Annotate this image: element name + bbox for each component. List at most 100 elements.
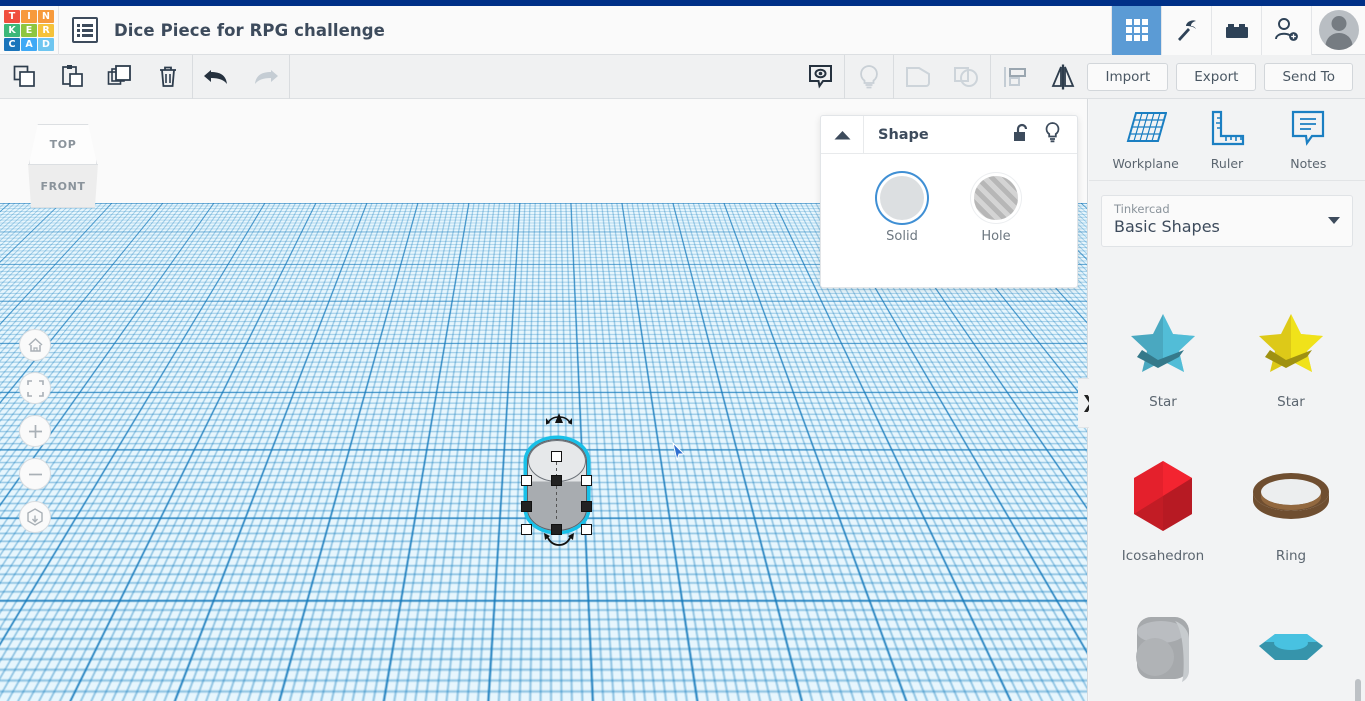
- export-button[interactable]: Export: [1176, 62, 1257, 91]
- sidebar-item-workplane[interactable]: Workplane: [1109, 109, 1183, 171]
- solid-label: Solid: [886, 229, 918, 244]
- unlock-icon[interactable]: [1013, 123, 1030, 147]
- shapes-sidebar: Workplane Ruler Notes Tinkercad Basic Sh…: [1089, 99, 1365, 701]
- hole-swatch[interactable]: [974, 176, 1018, 220]
- toolbar-right-buttons: Import Export Send To: [1087, 62, 1365, 91]
- copy-icon[interactable]: [0, 55, 48, 99]
- edge-handle-top[interactable]: [551, 475, 562, 486]
- chevron-down-icon[interactable]: [1328, 217, 1340, 224]
- rotate-handle-top[interactable]: [545, 413, 573, 433]
- group-icon[interactable]: [894, 55, 942, 99]
- shape-diamond[interactable]: Diamond: [1227, 582, 1355, 701]
- main-toolbar: Import Export Send To: [0, 54, 1365, 99]
- shape-panel-header: Shape: [821, 115, 1077, 154]
- shape-dice-thumbnail: [1115, 604, 1211, 696]
- minecraft-pickaxe-icon[interactable]: [1161, 5, 1211, 55]
- delete-icon[interactable]: [144, 55, 192, 99]
- edge-handle-right[interactable]: [581, 501, 592, 512]
- light-icon[interactable]: [845, 55, 893, 99]
- shape-icosahedron[interactable]: Icosahedron: [1099, 428, 1227, 582]
- shape-library-label: Tinkercad: [1114, 202, 1170, 216]
- shape-star-teal-thumbnail: [1115, 296, 1211, 388]
- notes-icon: [1289, 109, 1327, 151]
- shape-diamond-thumbnail: [1243, 604, 1339, 696]
- shape-library-value: Basic Shapes: [1114, 217, 1220, 236]
- shape-star-teal[interactable]: Star: [1099, 274, 1227, 428]
- invite-person-icon[interactable]: [1261, 5, 1311, 55]
- duplicate-icon[interactable]: [96, 55, 144, 99]
- undo-icon[interactable]: [193, 55, 241, 99]
- logo-letter-n: N: [38, 9, 54, 23]
- sidebar-item-ruler-label: Ruler: [1210, 155, 1244, 171]
- header-actions: [1111, 5, 1365, 55]
- align-icon[interactable]: [991, 55, 1039, 99]
- view-cube-top-label: TOP: [49, 138, 77, 151]
- corner-handle-br[interactable]: [581, 524, 592, 535]
- corner-handle-tr[interactable]: [581, 475, 592, 486]
- sidebar-item-notes[interactable]: Notes: [1271, 109, 1345, 171]
- redo-icon[interactable]: [241, 55, 289, 99]
- shape-star-teal-label: Star: [1149, 394, 1177, 410]
- shape-properties-panel: Shape Solid Hole: [820, 115, 1078, 288]
- import-button[interactable]: Import: [1087, 62, 1169, 91]
- edge-handle-left[interactable]: [521, 501, 532, 512]
- shape-ring-thumbnail: [1243, 450, 1339, 542]
- view-cube[interactable]: TOP FRONT: [22, 124, 104, 208]
- list-icon[interactable]: [72, 17, 98, 43]
- shape-ring-label: Ring: [1275, 548, 1307, 564]
- height-handle[interactable]: [551, 451, 562, 462]
- caret-up-icon[interactable]: [821, 115, 864, 154]
- logo-letter-a: A: [21, 37, 37, 51]
- zoom-out-icon[interactable]: [19, 458, 51, 490]
- logo-letter-i: I: [21, 9, 37, 23]
- page-title[interactable]: Dice Piece for RPG challenge: [114, 21, 385, 40]
- logo-letter-e: E: [21, 23, 37, 37]
- tinkercad-logo[interactable]: TIN KER CAD: [4, 9, 54, 51]
- view-nav-buttons: [19, 329, 51, 533]
- lego-brick-icon[interactable]: [1211, 5, 1261, 55]
- corner-handle-tl[interactable]: [521, 475, 532, 486]
- view-cube-front-label: FRONT: [40, 179, 86, 193]
- selected-shape-cylinder[interactable]: [521, 413, 592, 546]
- workplane-icon: [1125, 109, 1167, 151]
- fit-view-icon[interactable]: [19, 372, 51, 404]
- corner-handle-bl[interactable]: [521, 524, 532, 535]
- mouse-cursor: [672, 441, 686, 462]
- zoom-in-icon[interactable]: [19, 415, 51, 447]
- app-header: TIN KER CAD Dice Piece for RPG challenge: [0, 5, 1365, 55]
- sidebar-scrollbar[interactable]: [1355, 679, 1361, 701]
- shape-icosahedron-thumbnail: [1115, 450, 1211, 542]
- note-icon[interactable]: [796, 55, 844, 99]
- logo-letter-t: T: [4, 9, 20, 23]
- solid-option[interactable]: Solid: [880, 176, 924, 244]
- shape-star-yellow[interactable]: Star: [1227, 274, 1355, 428]
- shape-ring[interactable]: Ring: [1227, 428, 1355, 582]
- shapes-gallery: Star Star Icosahedron Ring Dice Diamond: [1089, 266, 1365, 701]
- toolbar-separator: [289, 54, 290, 99]
- lightbulb-icon[interactable]: [1044, 122, 1061, 147]
- view-cube-top-face[interactable]: TOP: [29, 124, 97, 164]
- ungroup-icon[interactable]: [942, 55, 990, 99]
- edge-handle-bottom[interactable]: [551, 524, 562, 535]
- sidebar-item-ruler[interactable]: Ruler: [1190, 109, 1264, 171]
- shape-icosahedron-label: Icosahedron: [1121, 548, 1205, 564]
- shape-panel-title: Shape: [878, 126, 929, 143]
- logo-letter-r: R: [38, 23, 54, 37]
- logo-letter-d: D: [38, 37, 54, 51]
- grid-apps-icon[interactable]: [1111, 5, 1161, 55]
- rotate-handle-bottom[interactable]: [544, 533, 574, 553]
- shape-dice[interactable]: Dice: [1099, 582, 1227, 701]
- ortho-view-icon[interactable]: [19, 501, 51, 533]
- shape-library-select[interactable]: Tinkercad Basic Shapes: [1101, 195, 1353, 247]
- solid-swatch[interactable]: [880, 176, 924, 220]
- avatar[interactable]: [1311, 5, 1365, 55]
- paste-icon[interactable]: [48, 55, 96, 99]
- sidebar-item-workplane-label: Workplane: [1112, 155, 1179, 171]
- view-cube-front-face[interactable]: FRONT: [28, 164, 98, 208]
- shape-star-yellow-label: Star: [1277, 394, 1305, 410]
- mirror-icon[interactable]: [1039, 55, 1087, 99]
- send-to-button[interactable]: Send To: [1264, 62, 1353, 91]
- hole-option[interactable]: Hole: [974, 176, 1018, 244]
- home-icon[interactable]: [19, 329, 51, 361]
- logo-letter-c: C: [4, 37, 20, 51]
